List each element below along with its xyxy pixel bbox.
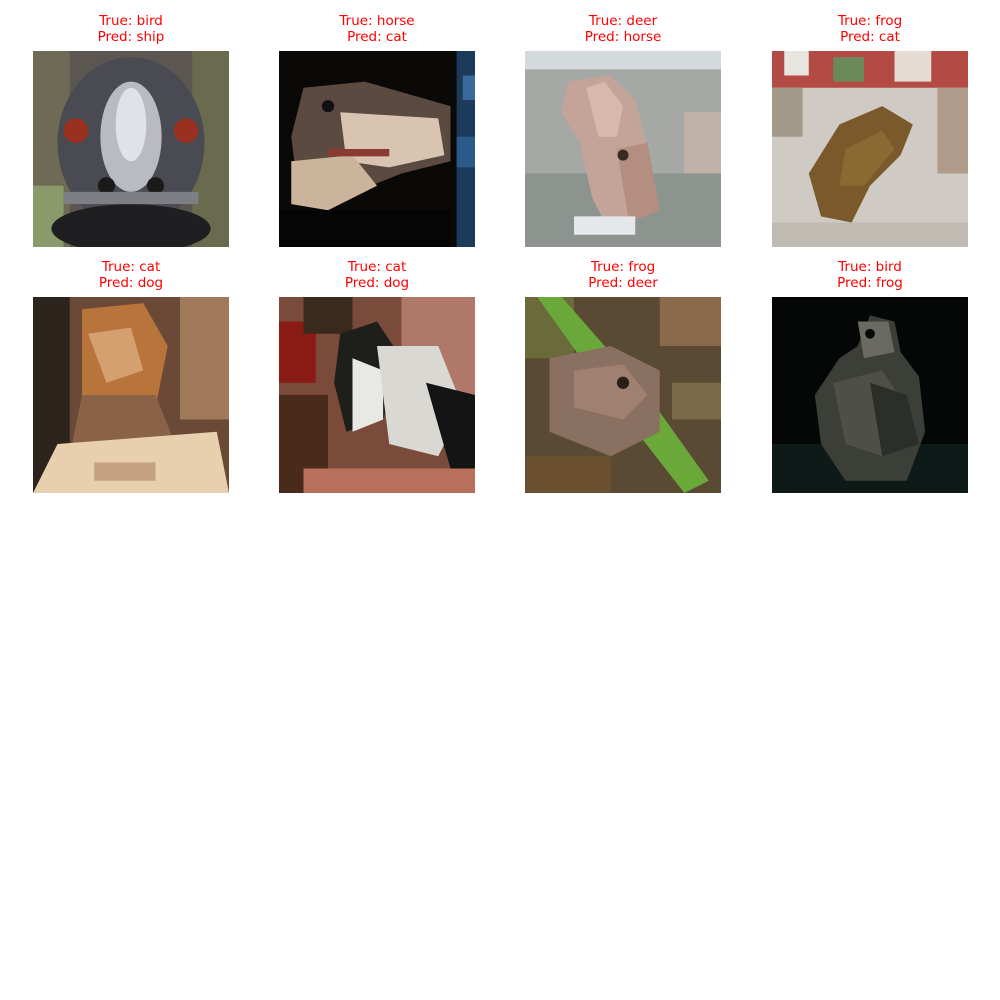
frog-photo-icon [772, 51, 968, 247]
true-label: True: frog [837, 13, 903, 29]
bird-photo-icon [772, 297, 968, 493]
frog-photo-icon [525, 297, 721, 493]
sample-image [33, 297, 229, 493]
pred-label: Pred: horse [584, 29, 662, 45]
emu-face-photo-icon [33, 51, 229, 247]
cat-photo-icon [279, 297, 475, 493]
sample-image [279, 51, 475, 247]
pred-label: Pred: dog [98, 275, 164, 291]
true-label: True: bird [99, 13, 163, 29]
cat-photo-icon [33, 297, 229, 493]
pred-label: Pred: dog [344, 275, 410, 291]
true-label: True: cat [101, 259, 161, 275]
pred-label: Pred: cat [347, 29, 407, 45]
sample-image [772, 51, 968, 247]
pred-label: Pred: ship [97, 29, 165, 45]
pred-label: Pred: deer [588, 275, 658, 291]
true-label: True: deer [588, 13, 658, 29]
true-label: True: bird [838, 259, 902, 275]
sample-image [525, 297, 721, 493]
true-label: True: cat [347, 259, 407, 275]
pred-label: Pred: frog [837, 275, 903, 291]
horse-head-photo-icon [279, 51, 475, 247]
sample-image [772, 297, 968, 493]
deer-photo-icon [525, 51, 721, 247]
sample-image [33, 51, 229, 247]
pred-label: Pred: cat [840, 29, 900, 45]
sample-image [279, 297, 475, 493]
sample-image [525, 51, 721, 247]
true-label: True: horse [339, 13, 415, 29]
true-label: True: frog [590, 259, 656, 275]
